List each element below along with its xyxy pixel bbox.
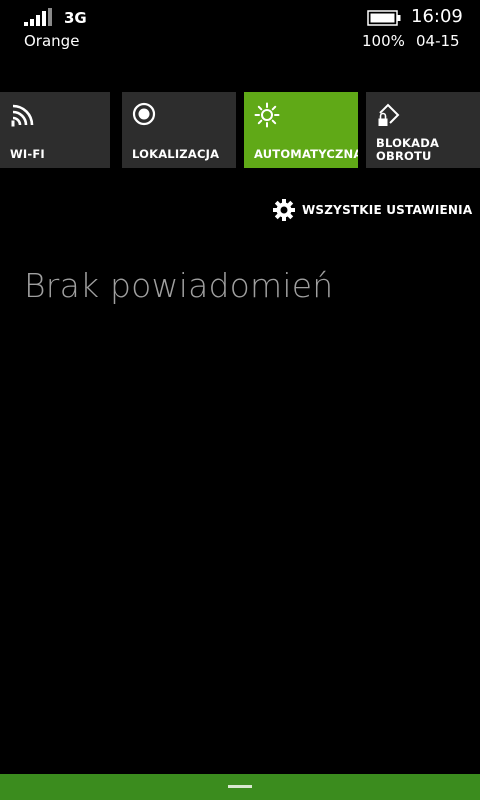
battery-icon — [367, 10, 401, 26]
tile-wifi-label: WI-FI — [10, 147, 45, 161]
all-settings-label: WSZYSTKIE USTAWIENIA — [302, 203, 473, 217]
signal-bars-icon — [24, 8, 52, 26]
wifi-icon — [11, 104, 34, 127]
quick-actions-row: WI-FI LOKALIZACJA AUTOMATYCZNA BLOKADA O… — [0, 92, 480, 168]
network-type: 3G — [64, 9, 87, 27]
rotation-lock-icon — [378, 103, 400, 126]
tile-location[interactable]: LOKALIZACJA — [122, 92, 236, 168]
tile-rotation-lock[interactable]: BLOKADA OBROTU — [366, 92, 480, 168]
no-notifications-message: Brak powiadomień — [24, 266, 334, 305]
gear-icon — [273, 199, 295, 221]
tile-location-label: LOKALIZACJA — [132, 147, 220, 161]
carrier-name: Orange — [24, 32, 80, 50]
brightness-icon — [254, 102, 280, 128]
location-icon — [132, 102, 156, 126]
status-bar: 3G Orange 16:09 100% 04-15 — [0, 0, 480, 60]
clock-time: 16:09 — [411, 6, 463, 27]
date: 04-15 — [416, 32, 460, 50]
all-settings-link[interactable]: WSZYSTKIE USTAWIENIA — [272, 198, 472, 222]
action-center: 3G Orange 16:09 100% 04-15 WI-FI LOKALIZ… — [0, 0, 480, 800]
tile-wifi[interactable]: WI-FI — [0, 92, 110, 168]
tile-rotation-lock-label: BLOKADA OBROTU — [376, 136, 440, 163]
action-center-handle[interactable] — [0, 774, 480, 800]
tile-brightness-label: AUTOMATYCZNA — [254, 147, 358, 161]
tile-brightness[interactable]: AUTOMATYCZNA — [244, 92, 358, 168]
grip-handle-icon — [228, 785, 252, 788]
battery-percent: 100% — [362, 32, 405, 50]
